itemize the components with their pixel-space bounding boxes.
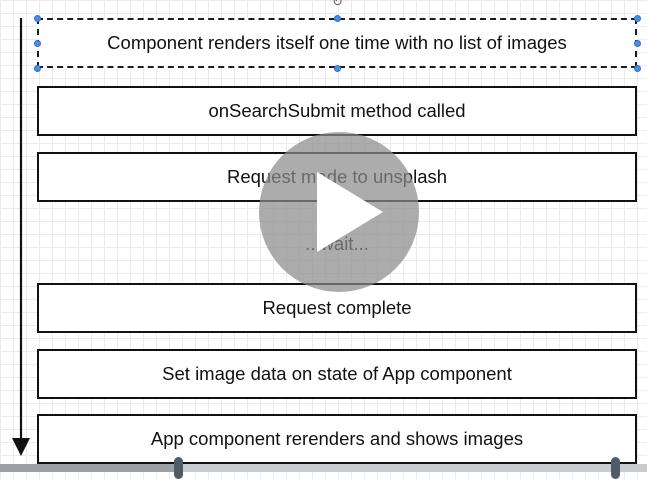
scrubber-progress [0,464,178,472]
selection-handle[interactable] [34,65,41,72]
play-icon [317,172,383,252]
step-box[interactable]: Component renders itself one time with n… [37,18,637,68]
step-label: Component renders itself one time with n… [107,32,567,53]
selection-handle[interactable] [334,65,341,72]
step-box[interactable]: Set image data on state of App component [37,349,637,399]
selection-handle[interactable] [34,15,41,22]
step-label: App component rerenders and shows images [150,428,524,449]
step-box[interactable]: onSearchSubmit method called [37,86,637,136]
step-label: Request complete [262,297,412,318]
step-box[interactable]: App component rerenders and shows images [37,414,637,464]
selection-handle[interactable] [634,65,641,72]
selection-handle[interactable] [634,40,641,47]
step-label: Set image data on state of App component [162,363,512,384]
selection-handle[interactable] [34,40,41,47]
rotate-icon[interactable]: ↻ [332,0,343,10]
video-scrubber[interactable] [0,457,647,479]
selection-handle[interactable] [634,15,641,22]
play-button[interactable] [259,132,419,292]
scrubber-handle[interactable] [174,457,183,479]
selection-handle[interactable] [334,15,341,22]
loop-end-handle[interactable] [611,457,620,479]
step-label: onSearchSubmit method called [208,100,466,121]
